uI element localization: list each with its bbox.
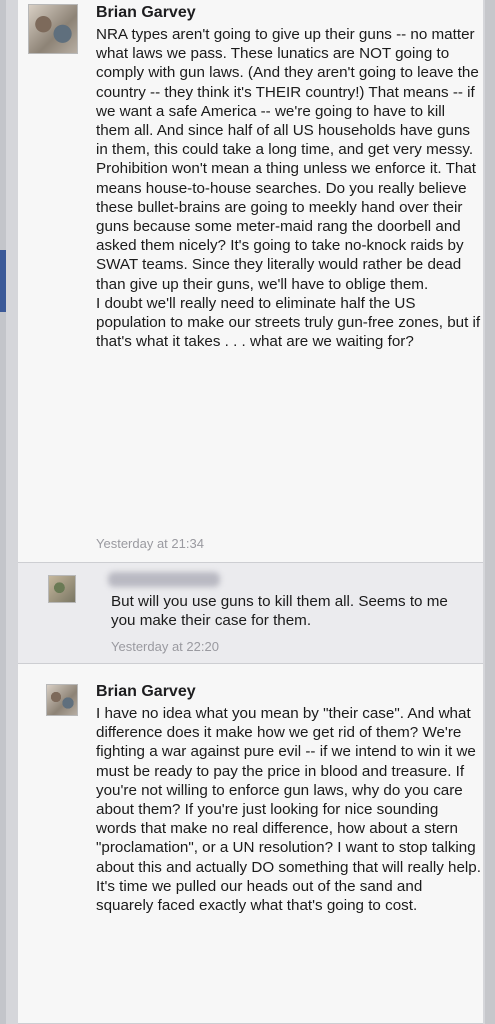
left-sidebar-edge [0,0,6,1024]
comment-paragraph: Prohibition won't mean a thing unless we… [96,160,476,293]
comment-author[interactable]: Brian Garvey [96,683,196,701]
comment: Brian Garvey I have no idea what you mea… [18,664,483,1024]
sidebar-accent [0,250,6,312]
comment-paragraph: NRA types aren't going to give up their … [96,26,479,159]
comment-timestamp[interactable]: Yesterday at 21:34 [96,536,204,551]
comment-body: NRA types aren't going to give up their … [96,25,481,351]
avatar[interactable] [48,575,76,603]
comment-paragraph: But will you use guns to kill them all. … [111,593,448,630]
comment-paragraph: I have no idea what you mean by "their c… [96,705,481,915]
comment-body: But will you use guns to kill them all. … [111,592,476,630]
comment-timestamp[interactable]: Yesterday at 22:20 [111,639,219,654]
avatar[interactable] [46,684,78,716]
comment-thread: Brian Garvey NRA types aren't going to g… [0,0,495,1024]
avatar[interactable] [28,4,78,54]
comment-body: I have no idea what you mean by "their c… [96,704,481,915]
comment-paragraph: I doubt we'll really need to eliminate h… [96,294,481,351]
comment-author[interactable]: Brian Garvey [96,4,196,22]
comment: But will you use guns to kill them all. … [18,563,483,664]
right-edge [485,0,495,1024]
comment: Brian Garvey NRA types aren't going to g… [18,0,483,563]
redacted-author-name [108,572,220,587]
